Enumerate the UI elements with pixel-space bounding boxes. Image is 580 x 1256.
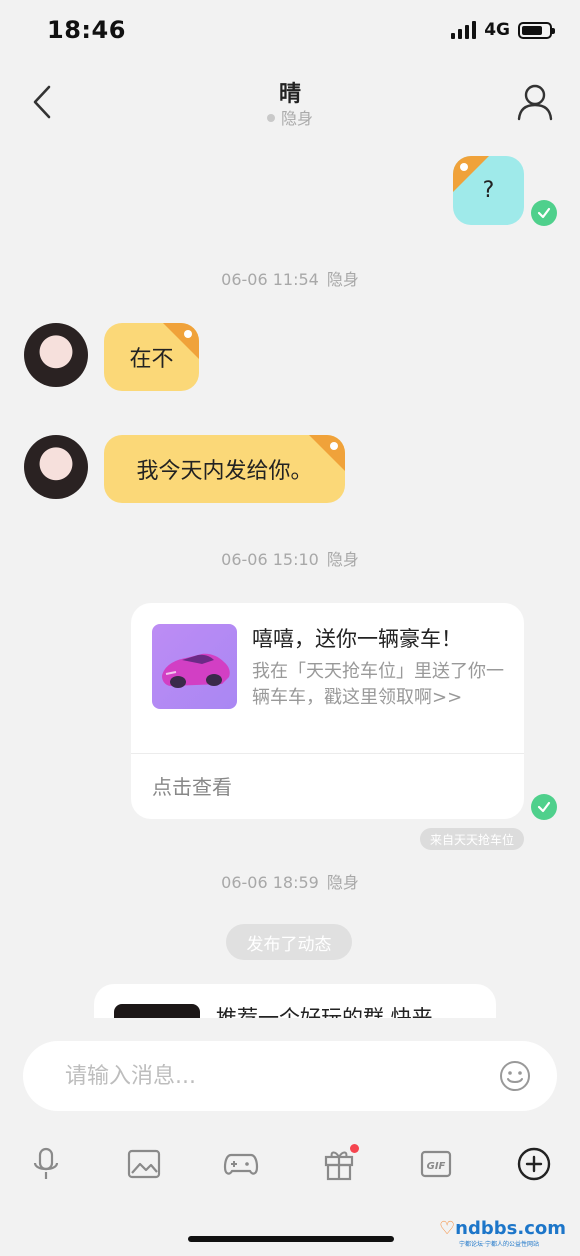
contact-avatar[interactable] [24, 435, 88, 499]
watermark-brand: ndbbs [455, 1218, 518, 1239]
smile-icon [500, 1061, 530, 1091]
timestamp-time: 06-06 18:59 [221, 873, 319, 892]
battery-icon [518, 21, 555, 39]
gamepad-icon [223, 1153, 259, 1175]
system-notice: 发布了动态 [226, 924, 352, 960]
message-timestamp: 06-06 15:10 隐身 [0, 546, 580, 570]
status-dot [266, 113, 275, 122]
tag-icon [163, 323, 199, 359]
contact-status-text: 隐身 [280, 109, 313, 128]
voice-button[interactable] [28, 1146, 64, 1182]
car-icon [162, 653, 230, 688]
outgoing-message[interactable]: ? [453, 156, 524, 225]
contact-name: 晴 [278, 82, 301, 107]
input-toolbar: GIF [0, 1140, 580, 1190]
read-check-icon [531, 794, 557, 820]
message-timestamp: 06-06 18:59 隐身 [0, 869, 580, 893]
heart-icon: ♡ [439, 1218, 456, 1239]
timestamp-status: 隐身 [326, 550, 359, 569]
tag-icon [309, 435, 345, 471]
message-input[interactable] [45, 1041, 485, 1111]
plus-circle-icon [517, 1147, 551, 1181]
message-timestamp: 06-06 11:54 隐身 [0, 266, 580, 290]
view-link[interactable]: 点击查看 [152, 771, 232, 800]
contact-avatar[interactable] [24, 323, 88, 387]
status-bar: 18:46 4G [0, 0, 580, 62]
incoming-message[interactable]: 我今天内发给你。 [104, 435, 345, 503]
timestamp-time: 06-06 11:54 [221, 270, 319, 289]
notification-dot [350, 1144, 359, 1153]
car-thumbnail [152, 624, 237, 709]
watermark-domain: .com [517, 1218, 566, 1239]
incoming-message[interactable]: 在不 [104, 323, 199, 391]
post-title: 推荐一个好玩的群 快来 [216, 1006, 433, 1018]
watermark-logo: ♡ndbbs.com 宁都论坛·宁都人的公益性网站 [439, 1218, 566, 1248]
source-badge: 来自天天抢车位 [420, 828, 524, 850]
message-input-bar [23, 1041, 557, 1111]
game-button[interactable] [223, 1146, 259, 1182]
microphone-icon [33, 1147, 59, 1179]
divider [131, 753, 524, 754]
timestamp-status: 隐身 [326, 873, 359, 892]
status-indicators: 4G [451, 20, 555, 40]
user-icon [517, 84, 553, 121]
gif-button[interactable]: GIF [418, 1146, 454, 1182]
post-card[interactable]: 推荐一个好玩的群 快来 [94, 984, 496, 1018]
watermark-tagline: 宁都论坛·宁都人的公益性网站 [459, 1241, 539, 1248]
home-indicator[interactable] [188, 1236, 394, 1242]
card-description: 我在「天天抢车位」里送了你一辆车车，戳这里领取啊>> [252, 661, 504, 708]
status-time: 18:46 [47, 16, 126, 44]
tag-icon [453, 156, 489, 192]
timestamp-status: 隐身 [326, 270, 359, 289]
gift-button[interactable] [321, 1144, 359, 1182]
image-button[interactable] [126, 1146, 162, 1182]
read-check-icon [531, 200, 557, 226]
gif-icon: GIF [420, 1150, 452, 1178]
post-thumbnail [114, 1004, 200, 1018]
profile-button[interactable] [514, 80, 556, 124]
more-button[interactable] [516, 1146, 552, 1182]
svg-text:GIF: GIF [427, 1161, 446, 1172]
incoming-message-text: 我今天内发给你。 [136, 459, 313, 484]
timestamp-time: 06-06 15:10 [221, 550, 319, 569]
emoji-button[interactable] [499, 1060, 531, 1092]
card-title: 嘻嘻，送你一辆豪车！ [252, 627, 462, 651]
share-card[interactable]: 嘻嘻，送你一辆豪车！ 我在「天天抢车位」里送了你一辆车车，戳这里领取啊>> 点击… [131, 603, 524, 819]
message-list[interactable]: ? 06-06 11:54 隐身 在不 我今天内发给你。 06-06 15:10 隐… [0, 142, 580, 1018]
network-type: 4G [484, 20, 510, 40]
signal-icon [451, 21, 477, 39]
gift-icon [324, 1151, 354, 1181]
chat-header: 晴 隐身 [0, 62, 580, 142]
image-icon [127, 1149, 161, 1179]
contact-status: 隐身 [0, 105, 580, 129]
